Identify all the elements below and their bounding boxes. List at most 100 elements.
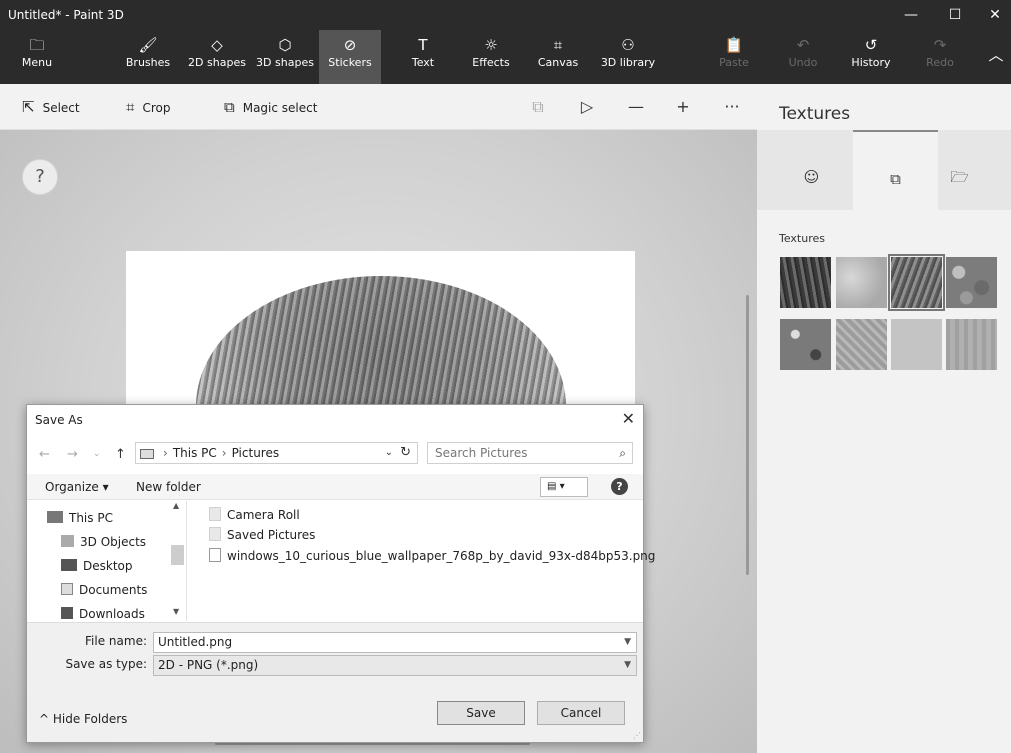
- nav-item-documents[interactable]: Documents: [61, 583, 147, 597]
- chevron-down-icon[interactable]: ⌄: [385, 443, 393, 463]
- help-button[interactable]: ?: [22, 159, 58, 195]
- organize-button[interactable]: Organize ▾: [45, 480, 109, 494]
- panel-tabs: ☺ ⧉ 🗁: [757, 130, 1011, 210]
- cancel-button[interactable]: Cancel: [537, 701, 625, 725]
- texture-swatch-pebbles[interactable]: [946, 257, 997, 308]
- zoom-out-icon[interactable]: —: [624, 84, 648, 130]
- scroll-thumb[interactable]: [171, 545, 184, 565]
- address-bar[interactable]: › This PC › Pictures ⌄ ↻: [135, 442, 418, 464]
- chevron-down-icon[interactable]: ▼: [624, 656, 631, 675]
- stickers-label: Stickers: [328, 56, 372, 69]
- folder-icon: [209, 527, 221, 541]
- menu-label: Menu: [21, 56, 53, 69]
- folder-icon: [209, 507, 221, 521]
- menu-button[interactable]: 🗀 Menu: [14, 30, 60, 84]
- hide-folders-button[interactable]: ^ Hide Folders: [39, 712, 127, 726]
- history-icon: ↺: [864, 36, 878, 54]
- magic-select-button[interactable]: ⧉ Magic select: [224, 84, 317, 130]
- save-button[interactable]: Save: [437, 701, 525, 725]
- paste-button[interactable]: 📋 Paste: [714, 30, 754, 84]
- copy-icon[interactable]: ⧉: [526, 84, 550, 130]
- close-icon[interactable]: ✕: [622, 409, 635, 428]
- magic-select-icon: ⧉: [224, 98, 235, 116]
- 3d-library-button[interactable]: ⚇ 3D library: [597, 30, 659, 84]
- brushes-button[interactable]: 🖌 Brushes: [117, 30, 179, 84]
- help-icon[interactable]: ?: [611, 478, 628, 495]
- up-arrow-icon[interactable]: ↑: [115, 447, 126, 462]
- nav-item-desktop[interactable]: Desktop: [61, 559, 133, 573]
- redo-label: Redo: [926, 56, 954, 69]
- desktop-icon: [61, 559, 77, 571]
- refresh-icon[interactable]: ↻: [400, 443, 411, 463]
- text-button[interactable]: T Text: [400, 30, 446, 84]
- nav-item-label: Desktop: [83, 559, 133, 573]
- texture-swatch-stone[interactable]: [836, 257, 887, 308]
- history-button[interactable]: ↺ History: [847, 30, 895, 84]
- list-item[interactable]: Saved Pictures: [209, 527, 315, 542]
- scroll-down-icon[interactable]: ▼: [173, 607, 179, 616]
- undo-label: Undo: [788, 56, 818, 69]
- crop-label: Crop: [142, 101, 171, 115]
- texture-swatch-concrete[interactable]: [891, 319, 942, 370]
- back-arrow-icon[interactable]: ←: [39, 447, 50, 462]
- close-window-button[interactable]: ✕: [975, 0, 1011, 30]
- pc-icon: [140, 448, 154, 459]
- stickers-button[interactable]: ⊘ Stickers: [319, 30, 381, 84]
- maximize-button[interactable]: ☐: [935, 0, 975, 30]
- window-title: Untitled* - Paint 3D: [8, 8, 124, 22]
- crop-button[interactable]: ⌗ Crop: [126, 84, 170, 130]
- 3d-shapes-label: 3D shapes: [256, 56, 314, 69]
- open-folder-tab-icon[interactable]: 🗁: [917, 130, 1002, 210]
- palette-tab-icon[interactable]: ☺: [769, 130, 854, 210]
- 2d-shapes-icon: ◇: [211, 36, 223, 54]
- 3d-shapes-button[interactable]: ⬡ 3D shapes: [253, 30, 317, 84]
- select-button[interactable]: ⇱ Select: [22, 84, 80, 130]
- 3d-objects-icon: [61, 535, 74, 547]
- zoom-in-icon[interactable]: +: [671, 84, 695, 130]
- collapse-ribbon-button[interactable]: ︿: [982, 30, 1010, 84]
- undo-button[interactable]: ↶ Undo: [783, 30, 823, 84]
- file-name-field[interactable]: Untitled.png ▼: [153, 632, 637, 653]
- command-bar: Organize ▾ New folder ▤ ▾ ?: [27, 474, 643, 500]
- canvas-button[interactable]: ⌗ Canvas: [533, 30, 583, 84]
- texture-swatch-cracked-stone[interactable]: [836, 319, 887, 370]
- nav-item-this-pc[interactable]: This PC: [47, 511, 113, 525]
- view-options-button[interactable]: ▤ ▾: [540, 477, 588, 497]
- redo-button[interactable]: ↷ Redo: [920, 30, 960, 84]
- list-item[interactable]: Camera Roll: [209, 507, 300, 522]
- breadcrumb-pictures[interactable]: Pictures: [232, 446, 280, 460]
- texture-swatch-wood[interactable]: [946, 319, 997, 370]
- flag-icon[interactable]: ▷: [575, 84, 599, 130]
- textures-section-label: Textures: [779, 232, 825, 245]
- nav-scrollbar[interactable]: ▲ ▼: [169, 501, 186, 621]
- list-item[interactable]: windows_10_curious_blue_wallpaper_768p_b…: [209, 548, 655, 563]
- more-icon[interactable]: ···: [720, 84, 744, 130]
- forward-arrow-icon[interactable]: →: [67, 447, 78, 462]
- brush-icon: 🖌: [138, 36, 158, 54]
- search-input[interactable]: Search Pictures ⌕: [427, 442, 633, 464]
- breadcrumb-separator: ›: [221, 446, 227, 460]
- new-folder-button[interactable]: New folder: [136, 480, 201, 494]
- save-as-type-select[interactable]: 2D - PNG (*.png) ▼: [153, 655, 637, 676]
- nav-item-3d-objects[interactable]: 3D Objects: [61, 535, 146, 549]
- nav-item-downloads[interactable]: Downloads: [61, 607, 145, 621]
- file-name: windows_10_curious_blue_wallpaper_768p_b…: [227, 549, 656, 563]
- breadcrumb-this-pc[interactable]: This PC: [173, 446, 217, 460]
- minimize-button[interactable]: —: [891, 0, 931, 30]
- recent-locations-icon[interactable]: ⌄: [93, 449, 101, 459]
- texture-swatch-hair[interactable]: [888, 254, 945, 311]
- canvas-icon: ⌗: [553, 36, 563, 54]
- texture-swatch-gravel[interactable]: [780, 319, 831, 370]
- nav-item-label: Documents: [79, 583, 148, 597]
- resize-grip-icon[interactable]: ⋰: [633, 731, 641, 740]
- documents-icon: [61, 583, 73, 595]
- navigation-pane: This PC 3D Objects Desktop Documents Dow…: [27, 501, 187, 621]
- effects-button[interactable]: ☼ Effects: [466, 30, 516, 84]
- texture-swatch-bark[interactable]: [780, 257, 831, 308]
- scroll-up-icon[interactable]: ▲: [173, 501, 179, 510]
- breadcrumb-separator: ›: [163, 446, 168, 460]
- canvas-label: Canvas: [537, 56, 579, 69]
- vertical-scrollbar[interactable]: [746, 295, 749, 575]
- 2d-shapes-button[interactable]: ◇ 2D shapes: [183, 30, 251, 84]
- chevron-down-icon[interactable]: ▼: [624, 633, 631, 652]
